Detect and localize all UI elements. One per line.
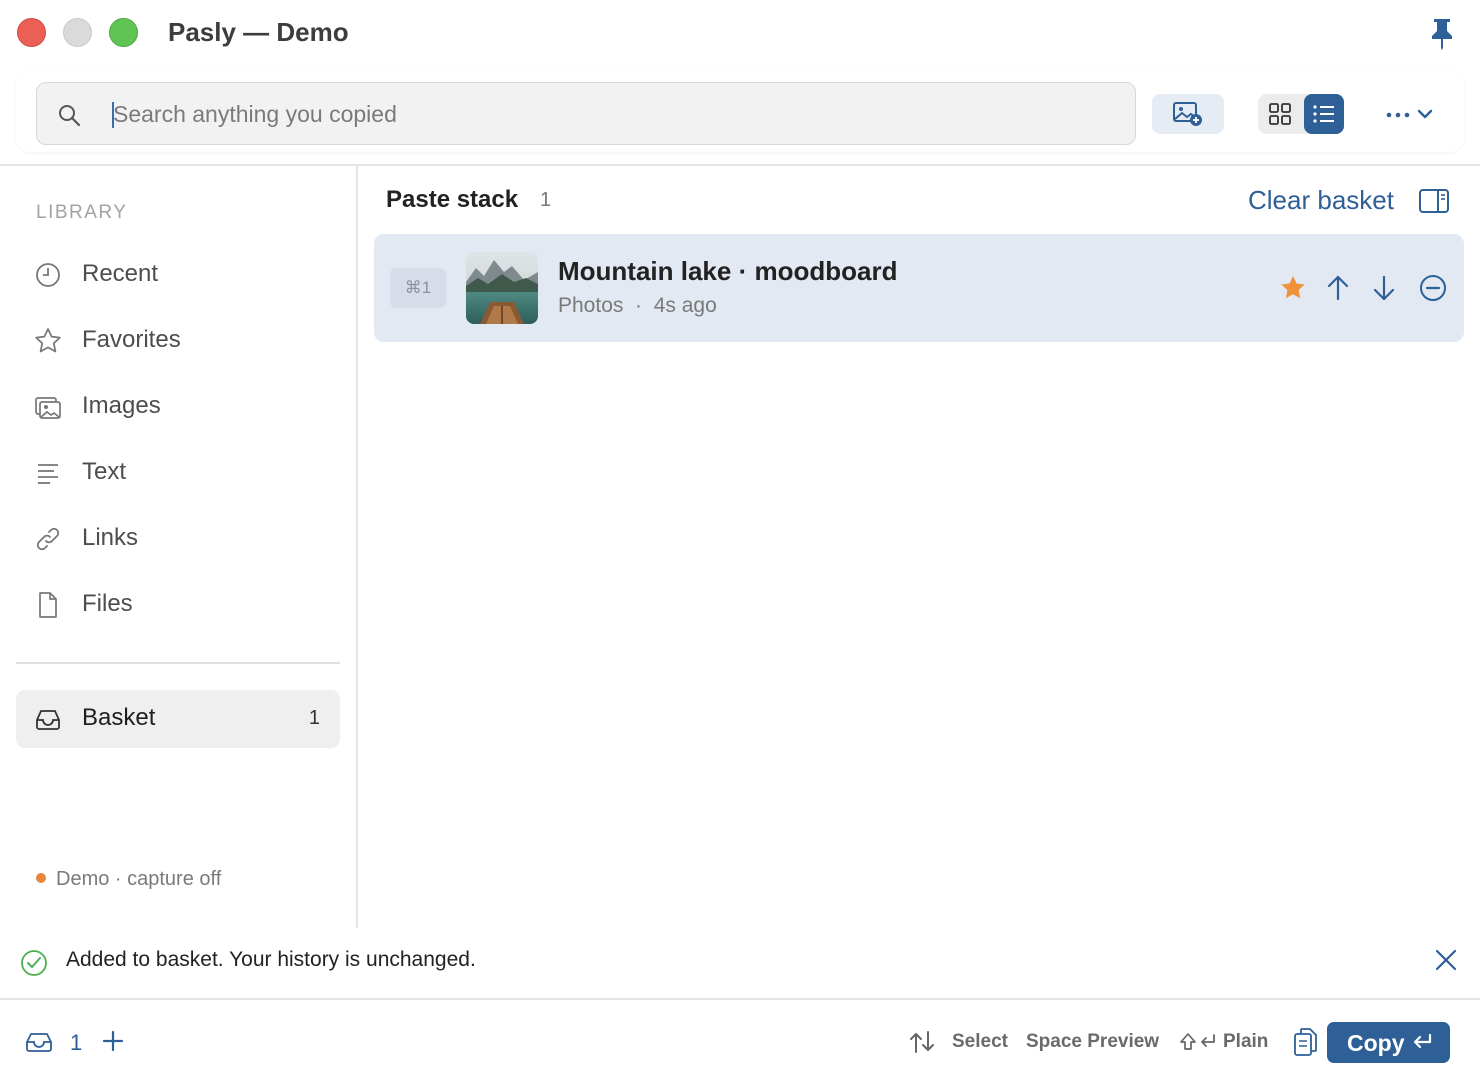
remove-from-basket-icon[interactable] [1417, 272, 1449, 304]
clipboard-copy-icon[interactable] [1292, 1026, 1320, 1058]
sidebar-item-label: Recent [82, 260, 159, 287]
image-add-icon [1173, 102, 1202, 126]
sidebar-item-text[interactable]: Text [16, 444, 340, 502]
sidebar-item-files[interactable]: Files [16, 576, 340, 634]
sidebar-item-label: Basket [82, 704, 156, 731]
app-window: Pasly — Demo Search anything you copied … [0, 0, 1480, 1084]
sidebar-item-label: Links [82, 524, 139, 551]
sidebar-item-recent[interactable]: Recent [16, 246, 340, 304]
zoom-window-button[interactable] [109, 18, 138, 47]
item-title: Mountain lake · moodboard [558, 256, 898, 286]
clear-basket-button[interactable]: Clear basket [1248, 185, 1394, 216]
sidebar-divider [16, 662, 340, 664]
inbox-tray-icon [36, 710, 60, 730]
hint-plain: Plain [1223, 1031, 1269, 1052]
list-view-button[interactable] [1304, 94, 1344, 134]
move-down-icon[interactable] [1368, 272, 1400, 304]
shift-return-icon [1180, 1033, 1215, 1050]
sidebar-item-label: Images [82, 392, 161, 419]
status-dot [36, 872, 46, 883]
capture-status: Demo · capture off [36, 868, 221, 891]
paste-stack-count: 1 [540, 189, 552, 211]
item-meta: Photos · 4s ago [558, 294, 717, 317]
sidebar-item-label: Favorites [82, 326, 181, 353]
up-down-arrows-icon [910, 1031, 934, 1053]
basket-count: 1 [70, 1030, 83, 1055]
search-bar[interactable] [36, 82, 1136, 145]
close-window-button[interactable] [17, 18, 46, 47]
basket-count-badge: 1 [308, 707, 320, 729]
basket-icon[interactable] [24, 1028, 54, 1056]
sidebar-item-images[interactable]: Images [16, 378, 340, 436]
star-icon [35, 328, 61, 353]
sidebar-item-label: Text [82, 458, 127, 485]
list-icon [1313, 105, 1334, 123]
close-icon[interactable] [1432, 946, 1460, 974]
sidebar-right-toggle-icon[interactable] [1418, 188, 1450, 214]
add-icon[interactable] [100, 1028, 126, 1054]
favorite-star-icon[interactable] [1277, 272, 1309, 304]
bottom-bar: 1 Select Space Preview Plain Copy [0, 1000, 1480, 1084]
grid-view-button[interactable] [1260, 96, 1300, 132]
copy-button[interactable]: Copy [1327, 1022, 1450, 1063]
library-section-label: LIBRARY [36, 202, 128, 223]
clock-icon [36, 263, 60, 287]
sidebar-item-favorites[interactable]: Favorites [16, 312, 340, 370]
copy-button-label: Copy [1347, 1030, 1405, 1056]
success-check-icon [21, 950, 47, 976]
shortcut-badge: ⌘1 [390, 268, 446, 308]
file-icon [39, 592, 57, 618]
sidebar: LIBRARY Recent Favorites Images Text Lin… [0, 166, 356, 928]
view-mode-toggle [1258, 94, 1344, 134]
sidebar-item-label: Files [82, 590, 133, 617]
sidebar-item-links[interactable]: Links [16, 510, 340, 568]
hint-select: Select [952, 1031, 1008, 1052]
title-bar: Pasly — Demo [0, 0, 1480, 66]
hint-preview: Space Preview [1026, 1031, 1160, 1052]
link-icon [36, 527, 60, 551]
page-title: Paste stack [386, 186, 519, 213]
capture-status-text: Demo · capture off [56, 868, 222, 890]
grid-icon [1269, 103, 1291, 125]
ellipsis-chevron-icon [1386, 109, 1433, 119]
item-thumbnail [466, 252, 538, 324]
move-up-icon[interactable] [1322, 272, 1354, 304]
text-lines-icon [38, 464, 58, 484]
window-title: Pasly — Demo [168, 17, 349, 47]
images-icon [35, 397, 61, 419]
pin-icon[interactable] [1426, 16, 1458, 50]
sidebar-item-basket[interactable]: Basket 1 [16, 690, 340, 748]
search-icon [59, 105, 81, 127]
toast-notification: Added to basket. Your history is unchang… [0, 928, 1480, 998]
minimize-window-button[interactable] [63, 18, 92, 47]
return-icon [1413, 1033, 1432, 1049]
add-image-button[interactable] [1152, 94, 1224, 134]
list-item[interactable]: ⌘1 Mountain lake · moodboard Photos · 4s… [374, 234, 1464, 342]
more-menu-button[interactable] [1376, 98, 1448, 132]
toast-message: Added to basket. Your history is unchang… [66, 948, 476, 971]
search-input[interactable] [113, 95, 1113, 133]
main-panel: Paste stack 1 Clear basket ⌘1 Mountain l… [358, 166, 1480, 928]
toolbar [16, 70, 1464, 152]
